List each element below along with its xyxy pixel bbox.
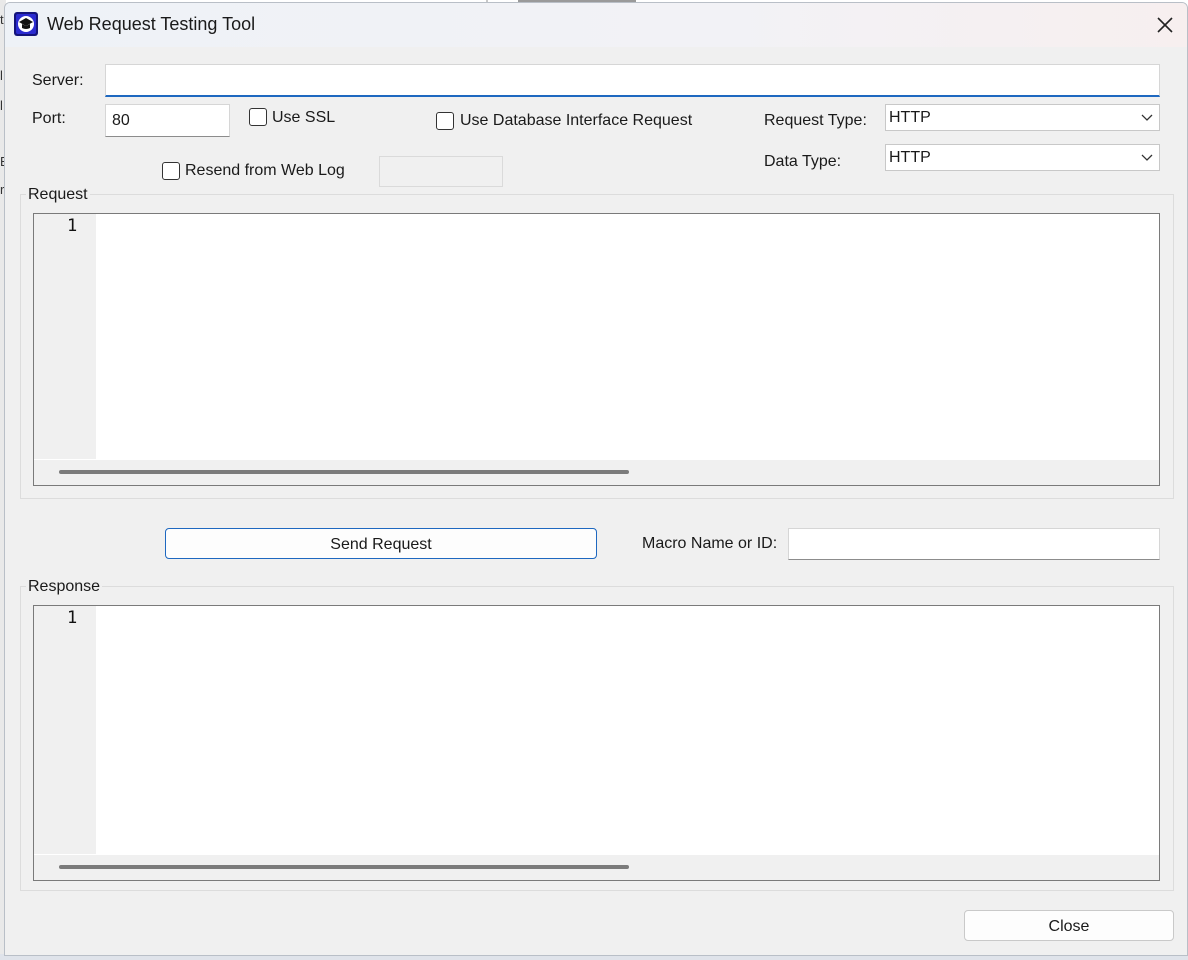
port-label: Port:	[32, 110, 66, 127]
line-number-gutter: 1	[34, 606, 96, 854]
resend-from-web-log-label: Resend from Web Log	[185, 162, 345, 179]
use-ssl-checkbox[interactable]	[249, 108, 267, 126]
request-type-dropdown[interactable]: HTTP	[885, 104, 1160, 131]
horizontal-scrollbar[interactable]	[34, 460, 1159, 485]
title-bar: Web Request Testing Tool	[5, 3, 1187, 47]
chevron-down-icon	[1141, 154, 1153, 161]
horizontal-scrollbar[interactable]	[34, 855, 1159, 880]
use-database-interface-label: Use Database Interface Request	[460, 112, 693, 129]
send-request-button[interactable]: Send Request	[165, 528, 597, 559]
port-input[interactable]	[105, 104, 230, 137]
scrollbar-thumb[interactable]	[59, 865, 629, 869]
request-group-title: Request	[26, 186, 90, 204]
request-editor[interactable]: 1	[33, 213, 1160, 486]
macro-name-input[interactable]	[788, 528, 1160, 560]
server-label: Server:	[32, 72, 84, 89]
data-type-dropdown[interactable]: HTTP	[885, 144, 1160, 171]
background-text-fragment: l	[0, 98, 3, 113]
close-icon[interactable]	[1151, 11, 1179, 39]
background-text-fragment: l	[0, 68, 3, 83]
response-group-title: Response	[26, 578, 103, 596]
use-database-interface-checkbox[interactable]	[436, 112, 454, 130]
close-button[interactable]: Close	[964, 910, 1174, 941]
line-number: 1	[67, 608, 78, 628]
request-type-value: HTTP	[889, 109, 931, 126]
request-type-label: Request Type:	[764, 112, 867, 129]
data-type-value: HTTP	[889, 149, 931, 166]
web-request-dialog: Web Request Testing Tool Server: Port: U…	[4, 2, 1188, 956]
graduation-cap-icon	[14, 12, 38, 36]
window-title: Web Request Testing Tool	[47, 14, 256, 34]
chevron-down-icon	[1141, 114, 1153, 121]
line-number: 1	[67, 216, 78, 236]
use-ssl-label: Use SSL	[272, 109, 336, 126]
line-number-gutter: 1	[34, 214, 96, 459]
resend-from-web-log-checkbox[interactable]	[162, 162, 180, 180]
data-type-label: Data Type:	[764, 153, 842, 170]
macro-name-label: Macro Name or ID:	[642, 535, 778, 552]
server-input[interactable]	[105, 64, 1160, 97]
web-log-id-input	[379, 156, 503, 187]
scrollbar-thumb[interactable]	[59, 470, 629, 474]
response-editor[interactable]: 1	[33, 605, 1160, 881]
